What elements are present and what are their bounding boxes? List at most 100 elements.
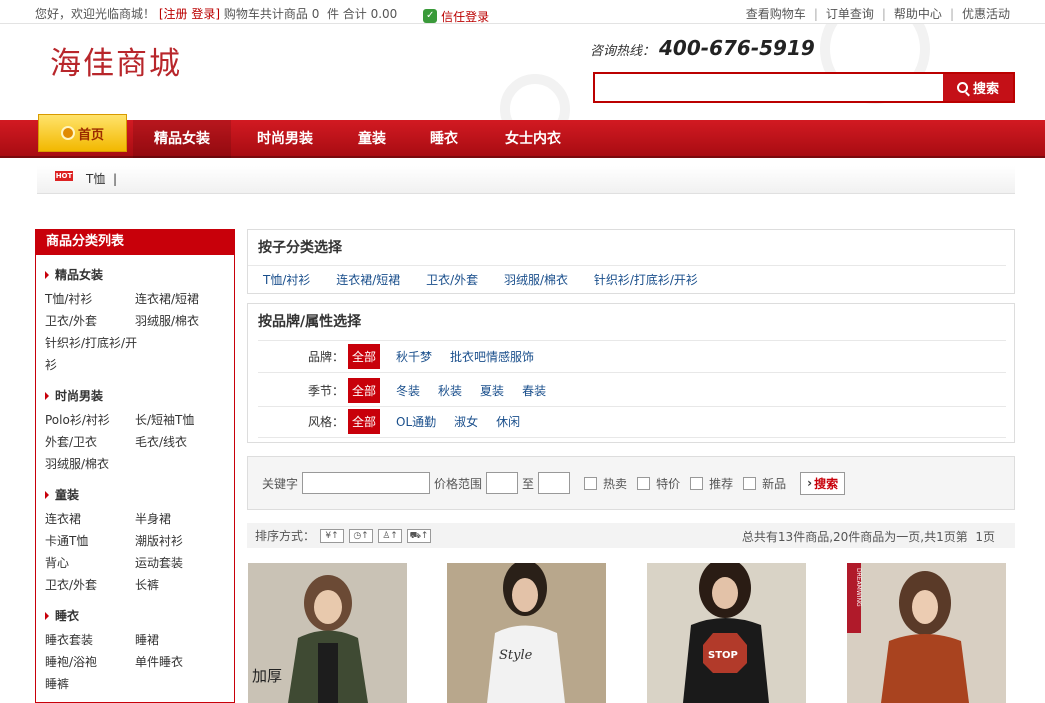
site-logo[interactable]: 海佳商城 <box>50 38 182 83</box>
category-link[interactable]: 连衣裙 <box>45 508 135 530</box>
category-link[interactable]: 卫衣/外套 <box>45 310 135 332</box>
attribute-all-button[interactable]: 全部 <box>348 408 381 434</box>
login-link[interactable]: 登录] <box>191 7 220 21</box>
attribute-all-button[interactable]: 全部 <box>348 377 381 403</box>
attribute-value[interactable]: 秋装 <box>438 382 462 399</box>
nav-item-womens[interactable]: 精品女装 <box>133 120 231 158</box>
category-link[interactable]: 卡通T恤 <box>45 530 135 552</box>
category-link[interactable]: 卫衣/外套 <box>45 574 135 596</box>
subcategory-link[interactable]: 羽绒服/棉衣 <box>504 273 568 287</box>
hot-badge-icon: HOT <box>55 171 73 181</box>
product-card[interactable]: DREAMWING <box>847 563 1006 703</box>
breadcrumb-text[interactable]: T恤 | <box>86 170 117 187</box>
category-link[interactable]: 羽绒服/棉衣 <box>45 453 135 475</box>
new-product-checkbox[interactable] <box>743 476 757 490</box>
category-link[interactable]: 背心 <box>45 552 135 574</box>
top-bar-left: 您好，欢迎光临商城！ [注册 登录] 购物车共计商品 0 件 合计 0.00 ✓… <box>35 5 489 25</box>
nav-item-mens[interactable]: 时尚男装 <box>238 120 332 158</box>
category-link[interactable]: 针织衫/打底衫/开衫 <box>45 332 141 376</box>
search-icon <box>956 82 968 93</box>
category-link[interactable]: 长裤 <box>135 574 225 596</box>
checkbox-label: 特价 <box>656 476 681 491</box>
hot-sale-checkbox[interactable] <box>584 476 598 490</box>
product-image-caption: Style <box>499 648 533 663</box>
promotions-link[interactable]: 优惠活动 <box>962 7 1010 21</box>
category-link[interactable]: 睡裤 <box>45 673 135 695</box>
attribute-value[interactable]: 休闲 <box>496 413 520 430</box>
subcategory-link[interactable]: 连衣裙/短裙 <box>336 273 400 287</box>
triangle-right-icon <box>45 391 49 400</box>
attribute-row-season: 季节： 全部 冬装 秋装 夏装 春装 <box>258 374 1006 407</box>
register-link[interactable]: [注册 <box>159 7 188 21</box>
category-heading-label: 童装 <box>55 488 80 502</box>
nav-home-label: 首页 <box>77 127 104 143</box>
attribute-value[interactable]: 批衣吧情感服饰 <box>450 348 534 365</box>
attribute-row-style: 风格： 全部 OL通勤 淑女 休闲 <box>258 405 1006 438</box>
product-image[interactable]: Style <box>447 563 606 703</box>
sort-time-button[interactable]: ◷↑ <box>349 528 374 543</box>
attribute-all-button[interactable]: 全部 <box>348 344 381 369</box>
view-cart-link[interactable]: 查看购物车 <box>746 7 806 21</box>
category-heading[interactable]: 精品女装 <box>45 266 234 283</box>
nav-item-sleepwear[interactable]: 睡衣 <box>412 120 476 158</box>
attribute-value[interactable]: 冬装 <box>396 382 420 399</box>
attribute-value[interactable]: 春装 <box>522 382 546 399</box>
brand-panel-title: 按品牌/属性选择 <box>258 314 362 330</box>
welcome-text: 您好，欢迎光临商城！ <box>35 7 156 21</box>
recommended-checkbox[interactable] <box>690 476 704 490</box>
category-heading[interactable]: 睡衣 <box>45 607 234 624</box>
subcategory-link[interactable]: 针织衫/打底衫/开衫 <box>594 273 698 287</box>
product-image-caption: 加厚 <box>252 667 282 685</box>
category-link[interactable]: 单件睡衣 <box>135 651 225 673</box>
filter-search-button[interactable]: › 搜索 <box>800 471 846 495</box>
product-image[interactable]: DREAMWING <box>847 563 1006 703</box>
price-max-input[interactable] <box>538 472 571 494</box>
sort-price-button[interactable]: ¥↑ <box>320 528 345 543</box>
category-link[interactable]: 睡袍/浴袍 <box>45 651 135 673</box>
attribute-value[interactable]: 淑女 <box>454 413 478 430</box>
checkbox-label: 新品 <box>762 476 787 491</box>
product-card[interactable]: STOP <box>647 563 806 703</box>
product-card[interactable]: 加厚 <box>248 563 407 703</box>
nav-item-lingerie[interactable]: 女士内衣 <box>488 120 578 158</box>
attribute-value[interactable]: 秋千梦 <box>396 348 432 365</box>
category-link[interactable]: 毛衣/线衣 <box>135 431 225 453</box>
price-min-input[interactable] <box>486 472 519 494</box>
trust-login-link[interactable]: ✓ 信任登录 <box>423 8 489 25</box>
home-icon <box>60 126 75 140</box>
search-button[interactable]: 搜索 <box>943 74 1013 101</box>
category-heading[interactable]: 时尚男装 <box>45 387 234 404</box>
category-link[interactable]: 潮版衬衫 <box>135 530 225 552</box>
attribute-value[interactable]: 夏装 <box>480 382 504 399</box>
category-link[interactable]: 运动套装 <box>135 552 225 574</box>
category-link[interactable]: 睡裙 <box>135 629 225 651</box>
product-image[interactable]: 加厚 <box>248 563 407 703</box>
order-query-link[interactable]: 订单查询 <box>826 7 874 21</box>
sort-sales-button[interactable]: ⛟↑ <box>407 528 432 543</box>
search-input[interactable] <box>595 74 943 101</box>
help-center-link[interactable]: 帮助中心 <box>894 7 942 21</box>
cart-summary: 购物车共计商品 0 件 合计 0.00 <box>223 7 398 21</box>
nav-item-kids[interactable]: 童装 <box>340 120 404 158</box>
subcategory-link[interactable]: T恤/衬衫 <box>263 273 310 287</box>
product-card[interactable]: Style <box>447 563 606 703</box>
product-image[interactable]: STOP <box>647 563 806 703</box>
subcategory-link[interactable]: 卫衣/外套 <box>426 273 478 287</box>
category-link[interactable]: 羽绒服/棉衣 <box>135 310 225 332</box>
category-link[interactable]: 半身裙 <box>135 508 225 530</box>
category-link[interactable]: Polo衫/衬衫 <box>45 409 135 431</box>
category-heading[interactable]: 童装 <box>45 486 234 503</box>
nav-home[interactable]: 首页 <box>38 114 127 152</box>
category-link[interactable]: 睡衣套装 <box>45 629 135 651</box>
keyword-input[interactable] <box>302 472 431 494</box>
keyword-label: 关键字 <box>262 476 299 491</box>
category-heading-label: 时尚男装 <box>55 389 104 403</box>
category-link[interactable]: 外套/卫衣 <box>45 431 135 453</box>
sort-popularity-button[interactable]: ♙↑ <box>378 528 403 543</box>
attribute-value[interactable]: OL通勤 <box>396 413 436 430</box>
special-price-checkbox[interactable] <box>637 476 651 490</box>
category-link[interactable]: 长/短袖T恤 <box>135 409 225 431</box>
category-link[interactable]: 连衣裙/短裙 <box>135 288 225 310</box>
category-link[interactable]: T恤/衬衫 <box>45 288 135 310</box>
pagination-summary: 总共有13件商品,20件商品为一页,共1页第 1页 <box>741 530 995 544</box>
